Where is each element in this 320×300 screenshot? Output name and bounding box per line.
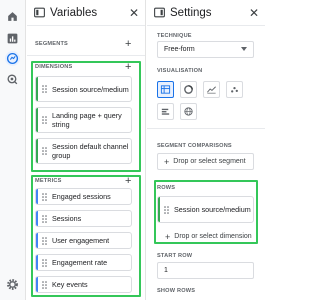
dimension-label: Landing page + query string — [52, 111, 122, 129]
metric-chip[interactable]: Engaged sessions — [35, 188, 132, 205]
metric-chip[interactable]: User engagement — [35, 232, 132, 249]
start-row-value: 1 — [164, 267, 168, 274]
start-row-input[interactable]: 1 — [157, 262, 254, 279]
rows-label: ROWS — [157, 185, 176, 191]
metric-label: Sessions — [52, 214, 82, 223]
dimension-color-bar — [158, 197, 160, 222]
add-segment-button[interactable]: + — [125, 39, 131, 50]
start-row-label: START ROW — [157, 253, 193, 259]
metric-label: User engagement — [52, 236, 110, 245]
advertising-icon[interactable] — [5, 72, 20, 87]
dimensions-label: DIMENSIONS — [35, 64, 73, 70]
metric-chip[interactable]: Sessions — [35, 210, 132, 227]
metric-label: Engagement rate — [52, 258, 108, 267]
row-dimension-chip[interactable]: Session source/medium — [157, 196, 254, 223]
divider — [27, 55, 145, 56]
left-nav-rail — [0, 0, 26, 300]
home-icon[interactable] — [5, 9, 20, 24]
variables-header: Variables ✕ — [27, 0, 145, 26]
dimension-chip[interactable]: Landing page + query string — [35, 107, 132, 133]
drag-handle-icon[interactable] — [42, 258, 48, 267]
reports-icon[interactable] — [5, 31, 20, 46]
dimension-chip[interactable]: Session source/medium — [35, 76, 132, 102]
segments-label: SEGMENTS — [35, 41, 68, 47]
metric-color-bar — [36, 211, 38, 226]
visualisation-label: VISUALISATION — [157, 68, 203, 74]
drag-handle-icon[interactable] — [42, 85, 48, 93]
variables-panel: Variables ✕ SEGMENTS + DIMENSIONS + Sess… — [27, 0, 146, 300]
bar-chart-icon[interactable] — [157, 103, 174, 120]
add-dimension-button[interactable]: + — [125, 62, 131, 73]
dropdown-arrow-icon — [241, 47, 247, 51]
add-metric-button[interactable]: + — [125, 176, 131, 187]
row-dimension-label: Session source/medium — [174, 205, 251, 214]
show-rows-label: SHOW ROWS — [157, 288, 196, 294]
dimension-label: Session default channel group — [52, 142, 129, 160]
drag-handle-icon[interactable] — [164, 205, 170, 214]
drag-handle-icon[interactable] — [42, 214, 48, 223]
metric-color-bar — [36, 277, 38, 292]
settings-icon[interactable] — [5, 277, 20, 292]
settings-title: Settings — [170, 6, 212, 19]
drag-handle-icon[interactable] — [42, 192, 48, 201]
segment-comparisons-label: SEGMENT COMPARISONS — [157, 143, 232, 149]
drag-handle-icon[interactable] — [42, 116, 48, 124]
drop-dimension-text: Drop or select dimension — [174, 233, 252, 240]
drag-handle-icon[interactable] — [42, 147, 48, 155]
drop-segment-button[interactable]: + Drop or select segment — [157, 153, 254, 170]
line-chart-icon[interactable] — [203, 81, 220, 98]
metrics-label: METRICS — [35, 178, 62, 184]
dimension-color-bar — [36, 108, 38, 132]
dimension-chip[interactable]: Session default channel group — [35, 138, 132, 164]
drop-segment-text: Drop or select segment — [173, 158, 246, 165]
metric-color-bar — [36, 233, 38, 248]
drop-dimension-button[interactable]: + Drop or select dimension — [157, 228, 254, 245]
plus-icon: + — [165, 231, 171, 242]
drag-handle-icon[interactable] — [42, 280, 48, 289]
scatter-icon[interactable] — [226, 81, 243, 98]
explore-icon[interactable] — [5, 51, 20, 66]
drag-handle-icon[interactable] — [42, 236, 48, 245]
metric-color-bar — [36, 189, 38, 204]
variables-icon — [33, 6, 46, 19]
metric-label: Key events — [52, 280, 88, 289]
settings-header: Settings ✕ — [147, 0, 265, 26]
metric-color-bar — [36, 255, 38, 270]
technique-value: Free-form — [164, 46, 195, 53]
metric-chip[interactable]: Key events — [35, 276, 132, 293]
donut-chart-icon[interactable] — [180, 81, 197, 98]
dimension-label: Session source/medium — [52, 84, 129, 94]
metric-chip[interactable]: Engagement rate — [35, 254, 132, 271]
close-icon[interactable]: ✕ — [129, 6, 139, 20]
settings-tune-icon — [153, 6, 166, 19]
close-icon[interactable]: ✕ — [249, 6, 259, 20]
technique-label: TECHNIQUE — [157, 33, 192, 39]
plus-icon: + — [164, 156, 170, 167]
technique-select[interactable]: Free-form — [157, 41, 254, 58]
dimension-color-bar — [36, 139, 38, 163]
divider — [147, 128, 265, 129]
dimension-color-bar — [36, 77, 38, 101]
metric-label: Engaged sessions — [52, 192, 111, 201]
variables-title: Variables — [50, 6, 98, 19]
table-icon[interactable] — [157, 81, 174, 98]
globe-icon[interactable] — [180, 103, 197, 120]
settings-panel: Settings ✕ TECHNIQUE Free-form VISUALISA… — [147, 0, 265, 300]
